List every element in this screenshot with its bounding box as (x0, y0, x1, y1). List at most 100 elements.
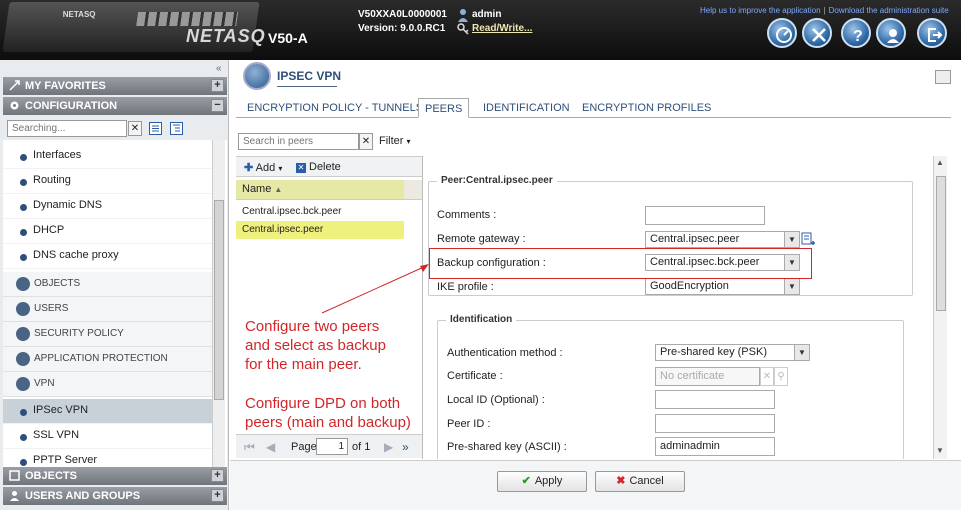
certificate-input[interactable]: No certificate (655, 367, 760, 386)
next-page-icon[interactable]: ▶ (384, 440, 393, 454)
add-object-icon[interactable] (801, 232, 815, 248)
auth-method-value: Pre-shared key (PSK) (660, 346, 767, 358)
peer-search-clear-button[interactable]: ✕ (359, 133, 373, 150)
detach-window-button[interactable] (935, 70, 951, 84)
sidebar: « MY FAVORITES + CONFIGURATION − ✕ Inter… (0, 60, 229, 510)
sidebar-item-label: Interfaces (33, 149, 82, 161)
favorites-label: MY FAVORITES (25, 80, 106, 92)
menu-scrollbar[interactable] (212, 140, 225, 470)
users-groups-label: USERS AND GROUPS (25, 490, 141, 502)
dashboard-button[interactable] (767, 18, 797, 48)
sidebar-item-dynamic-dns[interactable]: Dynamic DNS (3, 194, 213, 219)
tab-peers[interactable]: PEERS (418, 98, 470, 118)
sidebar-item-interfaces[interactable]: Interfaces (3, 144, 213, 169)
sidebar-category-security-policy[interactable]: SECURITY POLICY (3, 322, 213, 347)
menu-scrollbar-thumb[interactable] (214, 200, 224, 400)
objects-icon (16, 277, 30, 291)
certificate-label: Certificate : (447, 370, 503, 382)
sidebar-category-vpn[interactable]: VPN (3, 372, 213, 397)
configuration-header[interactable]: CONFIGURATION − (3, 97, 227, 115)
action-bar: ✔ Apply ✖ Cancel (230, 460, 961, 510)
ike-profile-select[interactable]: GoodEncryption ▼ (645, 278, 800, 295)
favorites-header[interactable]: MY FAVORITES + (3, 77, 227, 95)
support-button[interactable] (876, 18, 906, 48)
peer-row-backup[interactable]: Central.ipsec.bck.peer (236, 203, 404, 221)
scroll-down-icon[interactable]: ▼ (936, 446, 944, 455)
sidebar-item-dns-cache-proxy[interactable]: DNS cache proxy (3, 244, 213, 269)
tab-encryption-policy[interactable]: ENCRYPTION POLICY - TUNNELS (241, 98, 429, 118)
users-groups-expand-button[interactable]: + (211, 489, 224, 502)
configuration-collapse-button[interactable]: − (211, 99, 224, 112)
sidebar-item-label: DNS cache proxy (33, 249, 119, 261)
tools-button[interactable] (802, 18, 832, 48)
add-peer-button[interactable]: ✚ Add ▾ (244, 161, 282, 174)
access-rights-link[interactable]: Read/Write... (472, 23, 532, 34)
collapse-all-icon[interactable] (170, 122, 183, 135)
delete-peer-button[interactable]: ✕ Delete (296, 161, 341, 173)
page-count-label: of 1 (352, 441, 371, 453)
last-page-icon[interactable]: » (402, 440, 409, 454)
device-ports (136, 12, 239, 26)
prev-page-icon[interactable]: ◀ (266, 440, 275, 454)
page-title: IPSEC VPN (277, 69, 342, 83)
tab-encryption-profiles[interactable]: ENCRYPTION PROFILES (576, 98, 717, 118)
sidebar-category-application-protection[interactable]: APPLICATION PROTECTION (3, 347, 213, 372)
users-groups-header[interactable]: USERS AND GROUPS + (3, 487, 227, 505)
sidebar-category-label: OBJECTS (34, 278, 81, 289)
serial-number: V50XXA0L0000001 (358, 9, 447, 20)
page-label: Page (291, 441, 317, 453)
collapse-sidebar-icon[interactable]: « (216, 63, 222, 74)
sidebar-item-ssl-vpn[interactable]: SSL VPN (3, 424, 213, 449)
certificate-search-icon[interactable]: ⚲ (774, 367, 788, 386)
sidebar-item-ipsec-vpn[interactable]: IPSec VPN (3, 399, 213, 424)
sidebar-category-objects[interactable]: OBJECTS (3, 272, 213, 297)
favorites-expand-button[interactable]: + (211, 79, 224, 92)
remote-gateway-select[interactable]: Central.ipsec.peer ▼ (645, 231, 800, 248)
question-icon: ? (853, 28, 863, 44)
peer-search-input[interactable] (238, 133, 359, 150)
scroll-up-icon[interactable]: ▲ (936, 158, 944, 167)
first-page-icon[interactable]: ⏮ (244, 440, 255, 455)
objects-expand-button[interactable]: + (211, 469, 224, 482)
local-id-input[interactable] (655, 390, 775, 409)
help-button[interactable]: ? (841, 18, 871, 48)
annotation-line-5: peers (main and backup) (245, 414, 411, 431)
annotation-line-3: for the main peer. (245, 356, 362, 373)
filter-button[interactable]: Filter ▾ (379, 135, 411, 147)
peer-row-main[interactable]: Central.ipsec.peer (236, 221, 404, 239)
ipsec-vpn-icon (243, 62, 271, 90)
objects-label: OBJECTS (25, 470, 77, 482)
tab-identification[interactable]: IDENTIFICATION (477, 98, 576, 118)
form-scrollbar[interactable]: ▲ ▼ (933, 156, 947, 459)
apply-button[interactable]: ✔ Apply (497, 471, 587, 492)
svg-text:?: ? (853, 28, 863, 44)
psk-label: Pre-shared key (ASCII) : (447, 441, 567, 453)
download-suite-link[interactable]: Download the administration suite (829, 6, 949, 15)
certificate-clear-icon[interactable]: ✕ (760, 367, 774, 386)
sidebar-item-routing[interactable]: Routing (3, 169, 213, 194)
sidebar-item-label: IPSec VPN (33, 404, 89, 416)
page-number-input[interactable]: 1 (316, 438, 348, 455)
chevron-down-icon: ▾ (406, 137, 411, 146)
cancel-button[interactable]: ✖ Cancel (595, 471, 685, 492)
menu-search-input[interactable] (7, 120, 127, 137)
gear-icon (10, 101, 19, 110)
expand-all-icon[interactable] (149, 122, 162, 135)
sidebar-item-dhcp[interactable]: DHCP (3, 219, 213, 244)
name-column-header[interactable]: Name ▲ (236, 180, 404, 200)
psk-input[interactable]: adminadmin (655, 437, 775, 456)
favorites-icon (9, 80, 20, 91)
improve-app-link[interactable]: Help us to improve the application (700, 6, 821, 15)
objects-header[interactable]: OBJECTS + (3, 467, 227, 485)
logout-button[interactable] (917, 18, 947, 48)
form-scrollbar-thumb[interactable] (936, 176, 946, 311)
comments-input[interactable] (645, 206, 765, 225)
sidebar-category-label: SECURITY POLICY (34, 328, 124, 339)
menu-search-clear-button[interactable]: ✕ (128, 121, 142, 136)
auth-method-select[interactable]: Pre-shared key (PSK) ▼ (655, 344, 810, 361)
user-icon (458, 9, 468, 22)
sidebar-category-users[interactable]: USERS (3, 297, 213, 322)
ike-profile-label: IKE profile : (437, 281, 494, 293)
peer-id-input[interactable] (655, 414, 775, 433)
local-id-label: Local ID (Optional) : (447, 394, 545, 406)
